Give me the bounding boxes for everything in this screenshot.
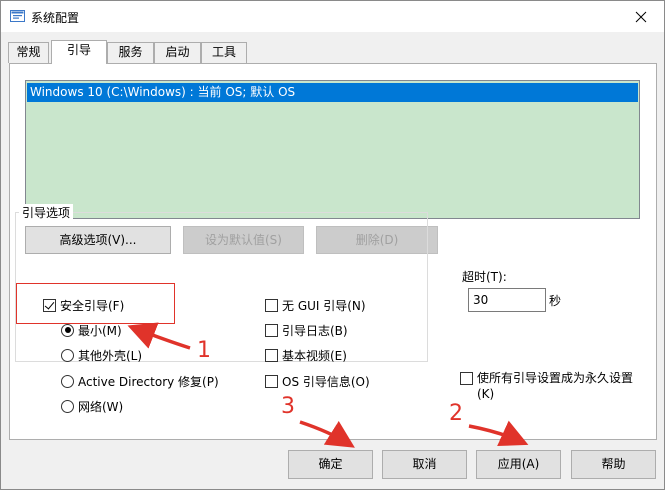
- radio-selected-icon: [61, 323, 74, 337]
- tab-general[interactable]: 常规: [8, 42, 49, 63]
- tab-startup[interactable]: 启动: [154, 42, 201, 63]
- ok-button[interactable]: 确定: [288, 450, 373, 479]
- annotation-number-3: 3: [281, 394, 295, 419]
- annotation-number-2: 2: [449, 401, 463, 426]
- close-icon: [635, 11, 647, 22]
- minimal-radio[interactable]: 最小(M): [61, 322, 122, 338]
- permanent-settings-text: 使所有引导设置成为永久设置 (K): [477, 370, 633, 402]
- tab-general-label: 常规: [16, 45, 41, 59]
- tab-boot-label: 引导: [66, 43, 91, 57]
- close-button[interactable]: [618, 1, 664, 32]
- ad-repair-radio[interactable]: Active Directory 修复(P): [61, 373, 219, 389]
- checkbox-icon: [265, 374, 278, 388]
- alternate-shell-radio[interactable]: 其他外壳(L): [61, 347, 142, 363]
- tab-startup-label: 启动: [165, 45, 190, 59]
- tab-services[interactable]: 服务: [107, 42, 154, 63]
- minimal-label: 最小(M): [78, 323, 122, 338]
- os-boot-info-checkbox[interactable]: OS 引导信息(O): [265, 373, 370, 389]
- msconfig-app-icon: [10, 10, 25, 22]
- checkbox-icon: [460, 372, 473, 385]
- boot-log-label: 引导日志(B): [282, 323, 348, 338]
- permanent-settings-label: 使所有引导设置成为永久设置: [477, 371, 634, 385]
- timeout-label: 超时(T):: [462, 270, 507, 284]
- title-bar: 系统配置: [1, 1, 664, 32]
- cancel-button[interactable]: 取消: [382, 450, 467, 479]
- radio-icon: [61, 399, 74, 413]
- tab-services-label: 服务: [118, 45, 143, 59]
- annotation-number-1: 1: [197, 338, 211, 363]
- help-button[interactable]: 帮助: [571, 450, 656, 479]
- ad-repair-label: Active Directory 修复(P): [78, 374, 219, 389]
- radio-icon: [61, 374, 74, 388]
- checkbox-icon: [265, 348, 278, 362]
- network-radio[interactable]: 网络(W): [61, 398, 123, 414]
- alternate-shell-label: 其他外壳(L): [78, 348, 143, 363]
- permanent-settings-checkbox[interactable]: 使所有引导设置成为永久设置 (K): [460, 370, 650, 402]
- checkbox-icon: [265, 323, 278, 337]
- boot-options-label: 引导选项: [19, 204, 74, 221]
- window-title: 系统配置: [31, 11, 80, 25]
- tab-boot[interactable]: 引导: [51, 40, 107, 64]
- permanent-settings-key: (K): [477, 387, 495, 401]
- network-label: 网络(W): [78, 399, 124, 414]
- apply-button[interactable]: 应用(A): [476, 450, 561, 479]
- timeout-unit: 秒: [549, 294, 562, 308]
- tab-tools[interactable]: 工具: [201, 42, 247, 63]
- boot-list-item[interactable]: Windows 10 (C:\Windows) : 当前 OS; 默认 OS: [27, 83, 638, 102]
- no-gui-boot-label: 无 GUI 引导(N): [282, 298, 366, 313]
- boot-os-list[interactable]: Windows 10 (C:\Windows) : 当前 OS; 默认 OS: [25, 80, 640, 219]
- timeout-input[interactable]: 30: [468, 288, 546, 312]
- checkbox-icon: [265, 298, 278, 312]
- tab-tools-label: 工具: [211, 45, 236, 59]
- os-boot-info-label: OS 引导信息(O): [282, 374, 370, 389]
- base-video-label: 基本视频(E): [282, 348, 347, 363]
- boot-log-checkbox[interactable]: 引导日志(B): [265, 322, 348, 338]
- base-video-checkbox[interactable]: 基本视频(E): [265, 347, 347, 363]
- no-gui-boot-checkbox[interactable]: 无 GUI 引导(N): [265, 297, 366, 313]
- annotation-highlight-box: [16, 283, 175, 324]
- radio-icon: [61, 348, 74, 362]
